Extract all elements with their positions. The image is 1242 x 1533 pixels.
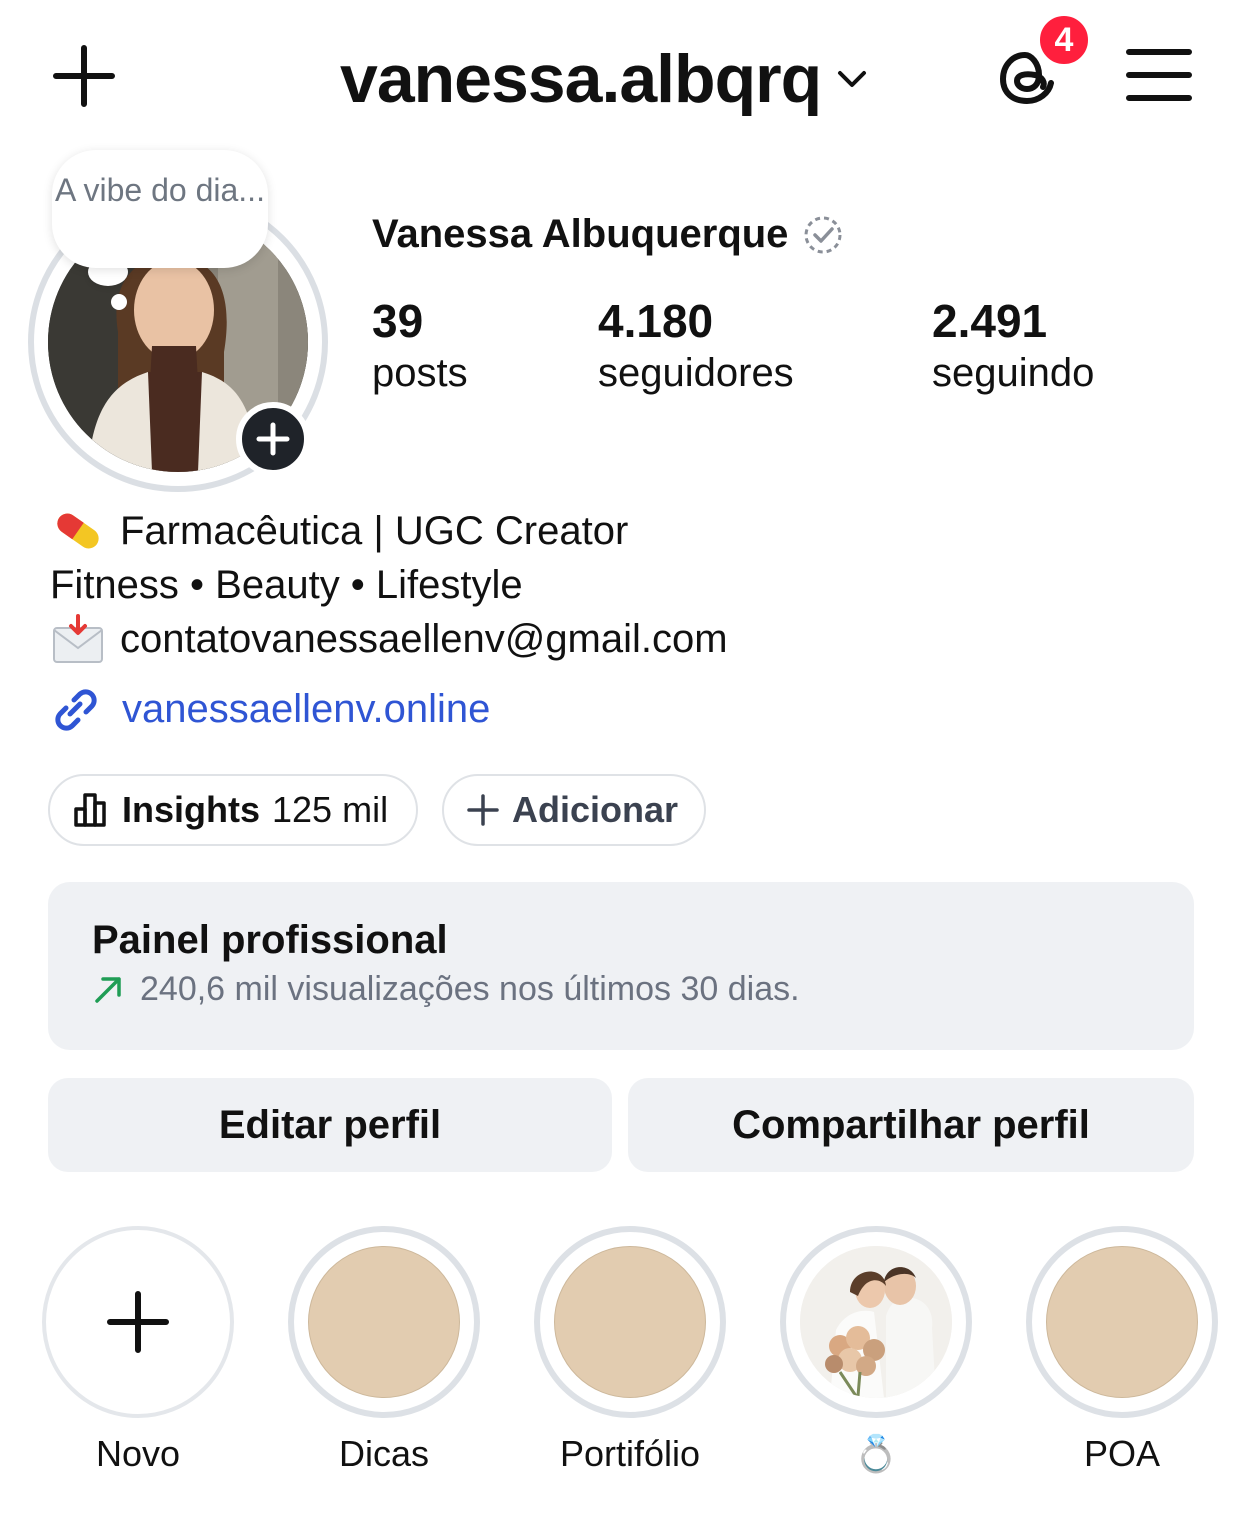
highlight-dicas[interactable]: Dicas xyxy=(288,1226,480,1476)
highlight-cover-photo xyxy=(800,1246,952,1398)
highlight-portfolio[interactable]: Portifólio xyxy=(534,1226,726,1476)
following-count[interactable]: 2.491 seguindo xyxy=(932,294,1094,398)
chevron-down-icon xyxy=(838,71,867,87)
highlight-ring xyxy=(534,1226,726,1418)
note-bubble[interactable]: A vibe do dia... xyxy=(52,150,268,268)
highlight-label: Portifólio xyxy=(559,1433,701,1474)
note-bubble-dot xyxy=(111,294,127,310)
professional-dashboard[interactable]: Painel profissional 240,6 mil visualizaç… xyxy=(48,882,1194,1050)
insights-label: Insights xyxy=(122,789,261,830)
envelope-icon xyxy=(50,614,106,664)
highlight-ring-emoji[interactable]: 💍 xyxy=(780,1226,972,1476)
share-profile-button[interactable]: Compartilhar perfil xyxy=(628,1078,1194,1172)
bar-chart-icon xyxy=(74,793,106,827)
profile-name: Vanessa Albuquerque xyxy=(372,212,844,257)
following-number: 2.491 xyxy=(932,295,1048,347)
verified-badge-icon[interactable] xyxy=(802,214,844,256)
dashboard-title: Painel profissional xyxy=(92,918,448,962)
add-chip[interactable]: Adicionar xyxy=(442,774,706,846)
add-label: Adicionar xyxy=(512,789,679,830)
plus-icon xyxy=(107,1291,169,1353)
highlight-cover xyxy=(308,1246,460,1398)
highlight-new[interactable]: Novo xyxy=(42,1226,234,1476)
highlight-poa[interactable]: POA xyxy=(1026,1226,1218,1476)
username: vanessa.albqrq xyxy=(340,41,822,117)
add-story-button[interactable] xyxy=(236,402,310,476)
highlight-ring xyxy=(288,1226,480,1418)
bio-line-2: Fitness • Beauty • Lifestyle xyxy=(50,560,523,610)
highlight-label: POA xyxy=(1083,1433,1161,1474)
bio-text-1: Farmacêutica | UGC Creator xyxy=(120,509,629,553)
highlight-label: Dicas xyxy=(338,1433,430,1474)
menu-icon[interactable] xyxy=(1124,42,1194,108)
plus-icon[interactable] xyxy=(50,42,118,110)
dashboard-subtitle-text: 240,6 mil visualizações nos últimos 30 d… xyxy=(140,970,800,1008)
followers-count[interactable]: 4.180 seguidores xyxy=(598,294,794,398)
followers-label: seguidores xyxy=(598,351,794,395)
bio-line-3: contatovanessaellenv@gmail.com xyxy=(50,614,728,664)
highlight-ring xyxy=(1026,1226,1218,1418)
posts-count[interactable]: 39 posts xyxy=(372,294,468,398)
following-label: seguindo xyxy=(932,351,1095,395)
link-text: vanessaellenv.online xyxy=(122,686,491,731)
top-bar: vanessa.albqrq 4 xyxy=(0,0,1242,150)
account-switcher[interactable]: vanessa.albqrq xyxy=(340,34,869,124)
followers-number: 4.180 xyxy=(598,295,714,347)
pill-icon xyxy=(50,506,106,556)
plus-icon xyxy=(256,422,290,456)
profile-page: vanessa.albqrq 4 A vibe do dia... Vaness… xyxy=(0,0,1242,1533)
posts-number: 39 xyxy=(372,295,424,347)
edit-profile-button[interactable]: Editar perfil xyxy=(48,1078,612,1172)
plus-icon xyxy=(467,794,499,826)
bio-link[interactable]: vanessaellenv.online xyxy=(48,682,490,736)
highlight-label: 💍 xyxy=(853,1433,899,1474)
bio-text-2: Fitness • Beauty • Lifestyle xyxy=(50,563,523,607)
highlight-label: Novo xyxy=(95,1433,181,1474)
posts-label: posts xyxy=(372,351,468,395)
highlight-cover xyxy=(554,1246,706,1398)
highlight-ring xyxy=(780,1226,972,1418)
full-name: Vanessa Albuquerque xyxy=(372,212,789,256)
trend-up-icon xyxy=(95,976,121,1003)
insights-chip[interactable]: Insights 125 mil xyxy=(48,774,418,846)
dashboard-subtitle: 240,6 mil visualizações nos últimos 30 d… xyxy=(92,970,800,1009)
notification-badge: 4 xyxy=(1036,12,1092,68)
highlight-cover xyxy=(1046,1246,1198,1398)
bio-email[interactable]: contatovanessaellenv@gmail.com xyxy=(120,614,728,664)
highlight-ring xyxy=(42,1226,234,1418)
note-text: A vibe do dia... xyxy=(55,172,265,208)
bio-line-1: Farmacêutica | UGC Creator xyxy=(50,506,628,556)
link-icon xyxy=(55,689,97,731)
insights-value: 125 mil xyxy=(272,789,389,830)
